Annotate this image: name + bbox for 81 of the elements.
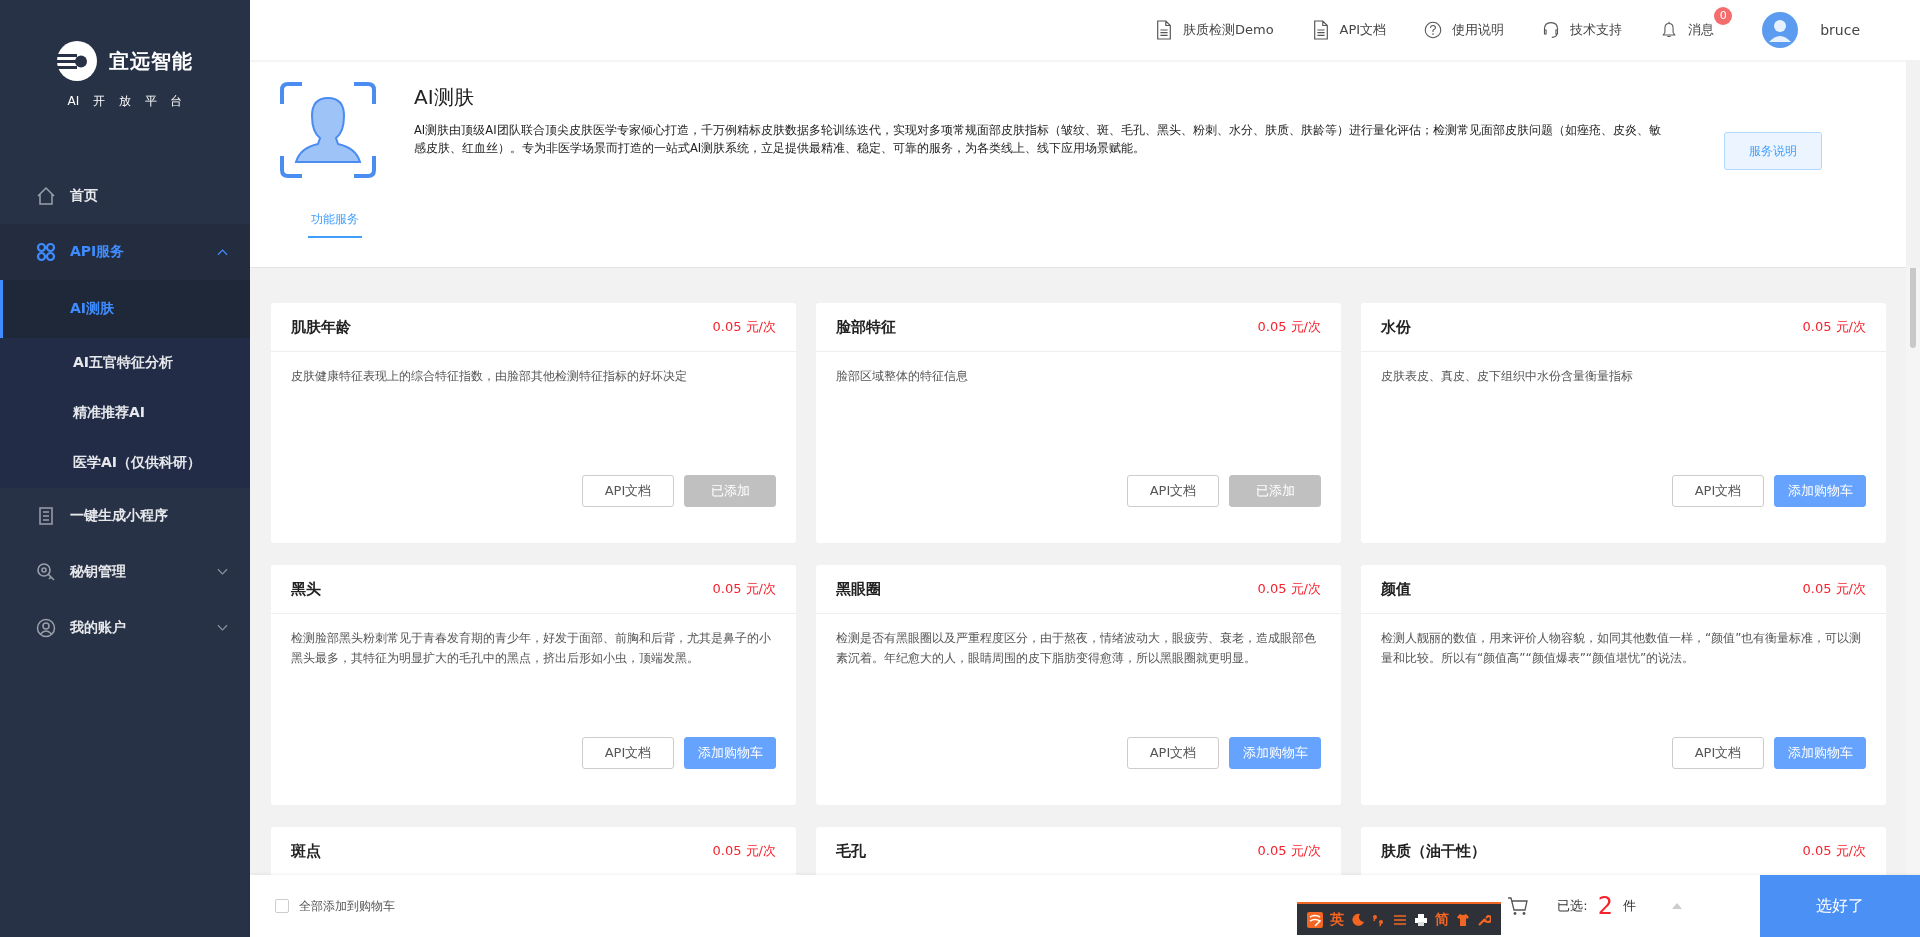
price: 0.05 元/次 xyxy=(1802,318,1866,336)
card-title: 脸部特征 xyxy=(836,317,896,337)
ime-mode[interactable]: 英 xyxy=(1330,910,1344,929)
document-icon[interactable] xyxy=(1154,20,1173,40)
printer-icon[interactable] xyxy=(1414,912,1428,927)
card-title: 肌肤年龄 xyxy=(291,317,351,337)
card-description: 检测脸部黑头粉刺常见于青春发育期的青少年，好发于面部、前胸和后背，尤其是鼻子的小黑头最多，其特征为明显扩大的毛孔中的黑点，挤出后形如小虫，顶端发黑。 xyxy=(291,630,772,667)
sidebar-item[interactable]: 一键生成小程序 xyxy=(0,488,250,544)
sidebar-subitem[interactable]: AI测肤 xyxy=(0,280,250,338)
count-unit: 件 xyxy=(1623,897,1636,915)
api-doc-button[interactable]: API文档 xyxy=(582,475,674,507)
price: 0.05 元/次 xyxy=(1257,318,1321,336)
platform-subtitle: AI 开 放 平 台 xyxy=(66,93,184,110)
card-title: 肤质（油干性） xyxy=(1381,841,1486,861)
bell-icon[interactable] xyxy=(1660,20,1679,40)
card-description: 检测是否有黑眼圈以及严重程度区分，由于熬夜，情绪波动大，眼疲劳、衰老，造成眼部色素沉着。年纪愈大的人，眼睛周围的皮下脂肪变得愈薄，所以黑眼圈就更明显。 xyxy=(836,630,1317,667)
chevron-icon xyxy=(217,568,228,576)
headset-icon[interactable] xyxy=(1542,20,1561,40)
sidebar-item[interactable]: 秘钥管理 xyxy=(0,544,250,600)
face-scan-icon xyxy=(280,82,376,178)
card-title: 斑点 xyxy=(291,841,321,861)
price: 0.05 元/次 xyxy=(1257,842,1321,860)
ime-script[interactable]: 简 xyxy=(1435,910,1449,929)
header-link[interactable]: 肤质检测Demo xyxy=(1182,21,1274,39)
sidebar-subitem[interactable]: AI五官特征分析 xyxy=(0,338,250,388)
api-doc-button[interactable]: API文档 xyxy=(1127,475,1219,507)
card-description: 脸部区域整体的特征信息 xyxy=(836,368,969,385)
chevron-icon xyxy=(217,248,228,256)
api-doc-button[interactable]: API文档 xyxy=(1672,475,1764,507)
header-link[interactable]: 消息 xyxy=(1688,21,1715,39)
moon-icon[interactable] xyxy=(1351,912,1365,927)
checkbox[interactable] xyxy=(275,899,289,913)
sidebar-subitem[interactable]: 医学AI（仅供科研） xyxy=(0,438,250,488)
user-name[interactable]: bruce xyxy=(1820,22,1860,38)
cart-icon[interactable] xyxy=(1507,896,1530,916)
card-description: 检测人靓丽的数值，用来评价人物容貌，如同其他数值一样，“颜值”也有衡量标准，可以测量和比较。所以有“颜值高”“颜值爆表”“颜值堪忧”的说法。 xyxy=(1381,630,1863,667)
document-icon xyxy=(36,506,56,526)
api-doc-button[interactable]: API文档 xyxy=(1672,737,1764,769)
api-doc-button[interactable]: API文档 xyxy=(582,737,674,769)
sidebar-subitem[interactable]: 精准推荐AI xyxy=(0,388,250,438)
wrench-icon[interactable] xyxy=(1477,912,1491,927)
card-title: 黑头 xyxy=(291,579,321,599)
home-icon xyxy=(36,186,56,206)
sidebar-item[interactable]: 我的账户 xyxy=(0,600,250,656)
card-title: 颜值 xyxy=(1381,579,1411,599)
header-link[interactable]: API文档 xyxy=(1339,21,1387,39)
header-link[interactable]: 技术支持 xyxy=(1570,21,1623,39)
keyboard-icon[interactable] xyxy=(1393,912,1407,927)
api-doc-button[interactable]: API文档 xyxy=(1127,737,1219,769)
document-icon[interactable] xyxy=(1311,20,1330,40)
page-title: AI测肤 xyxy=(414,84,475,111)
card-title: 水份 xyxy=(1381,317,1411,337)
header-link[interactable]: 使用说明 xyxy=(1452,21,1505,39)
price: 0.05 元/次 xyxy=(1802,842,1866,860)
key-icon xyxy=(36,562,56,582)
user-icon xyxy=(36,618,56,638)
price: 0.05 元/次 xyxy=(1257,580,1321,598)
brand-name: 宜远智能 xyxy=(109,47,193,75)
selected-count: 2 xyxy=(1597,892,1613,920)
price: 0.05 元/次 xyxy=(712,842,776,860)
clover-icon xyxy=(36,242,56,262)
sidebar-item[interactable]: 首页 xyxy=(0,168,250,224)
sidebar-item[interactable]: API服务 xyxy=(0,224,250,280)
selected-label: 已选: xyxy=(1557,897,1588,915)
chevron-icon xyxy=(217,624,228,632)
select-all-label[interactable]: 全部添加到购物车 xyxy=(299,897,395,915)
card-description: 皮肤表皮、真皮、皮下组织中水份含量衡量指标 xyxy=(1381,368,1634,385)
price: 0.05 元/次 xyxy=(712,580,776,598)
punctuation-icon[interactable] xyxy=(1372,912,1386,927)
logo-icon xyxy=(57,41,97,81)
avatar-icon[interactable] xyxy=(1762,12,1799,48)
card-description: 皮肤健康特征表现上的综合特征指数，由脸部其他检测特征指标的好坏决定 xyxy=(291,368,688,385)
card-title: 毛孔 xyxy=(836,841,866,861)
notification-badge: 0 xyxy=(1714,7,1733,25)
price: 0.05 元/次 xyxy=(712,318,776,336)
ime-logo-icon[interactable] xyxy=(1307,911,1323,928)
page-description: AI测肤由顶级AI团队联合顶尖皮肤医学专家倾心打造，千万例精标皮肤数据多轮训练迭代，实现对多项常规面部皮肤指标（皱纹、斑、毛孔、黑头、粉刺、水分、肤质、肤龄等）进行量化评估；检测常见面部皮肤问题（如痤疮、皮炎、敏感皮肤、红血丝）。专为非医学场景而打造的一站式AI测肤系统，立足提供最精准、稳定、可靠的服务，为各类线上、线下应用场景赋能。 xyxy=(414,122,1662,157)
price: 0.05 元/次 xyxy=(1802,580,1866,598)
shirt-icon[interactable] xyxy=(1456,912,1470,927)
card-title: 黑眼圈 xyxy=(836,579,881,599)
help-icon[interactable] xyxy=(1424,20,1443,40)
